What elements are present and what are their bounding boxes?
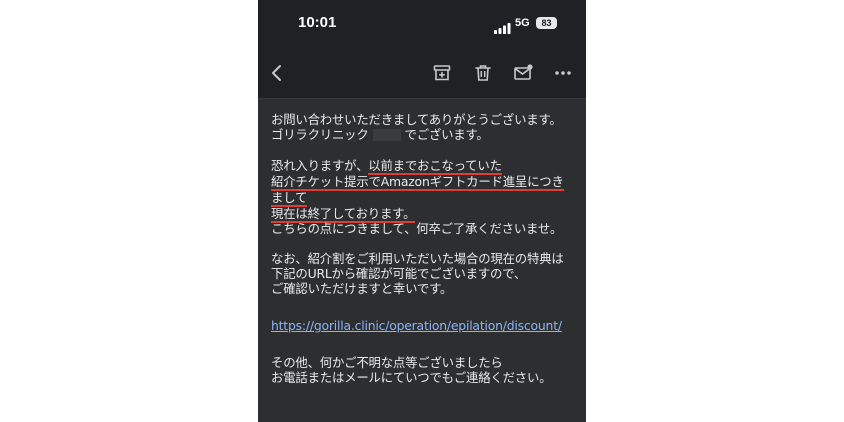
- body-text: お電話またはメールにていつでもご連絡ください。: [271, 370, 552, 385]
- trash-icon[interactable]: [472, 62, 494, 84]
- clinic-name: ゴリラクリニック: [271, 127, 369, 142]
- body-text: でございます。: [404, 127, 489, 142]
- body-text: ご確認いただけますと幸いです。: [271, 281, 453, 296]
- body-text: 恐れ入りますが、以前までおこなっていた: [271, 157, 583, 175]
- highlighted-text: 紹介チケット提示でAmazonギフトカード進呈につき: [271, 173, 564, 191]
- discount-link[interactable]: https://gorilla.clinic/operation/epilati…: [271, 318, 562, 333]
- email-app-screen: 10:01 5G 83 お問い合わせいただきましてありがとうございます。 ゴリラ…: [258, 0, 586, 422]
- status-time: 10:01: [298, 14, 337, 31]
- email-toolbar: [258, 48, 586, 99]
- body-text: 紹介チケット提示でAmazonギフトカード進呈につき: [271, 173, 583, 191]
- status-bar: 10:01 5G 83: [258, 0, 586, 48]
- body-text: こちらの点につきまして、何卒ご了承くださいませ。: [271, 220, 563, 236]
- mail-unread-icon[interactable]: [512, 62, 534, 84]
- battery-icon: 83: [536, 17, 557, 29]
- more-horizontal-icon[interactable]: [552, 62, 574, 84]
- email-body: お問い合わせいただきましてありがとうございます。 ゴリラクリニック でございます。…: [271, 112, 583, 385]
- back-arrow-icon[interactable]: [266, 62, 288, 84]
- body-text: まして: [271, 189, 583, 207]
- signal-icon: [494, 19, 512, 38]
- network-type: 5G: [515, 17, 530, 29]
- body-text: お問い合わせいただきましてありがとうございます。: [271, 112, 562, 127]
- body-text-sender: ゴリラクリニック でございます。: [271, 127, 583, 142]
- body-text: なお、紹介割をご利用いただいた場合の現在の特典は: [271, 251, 564, 266]
- body-text: 現在は終了しております。: [271, 205, 583, 223]
- archive-icon[interactable]: [431, 62, 453, 84]
- highlighted-text: まして: [271, 189, 308, 207]
- body-link-line: https://gorilla.clinic/operation/epilati…: [271, 318, 583, 333]
- body-text-fragment: 恐れ入りますが、: [271, 157, 369, 173]
- body-text: 下記のURLから確認が可能でございますので、: [271, 266, 527, 281]
- redacted-block: [372, 129, 401, 141]
- body-text: その他、何かご不明な点等ございましたら: [271, 355, 503, 370]
- highlighted-text: 以前までおこなっていた: [368, 157, 502, 175]
- highlighted-text: 現在は終了しております。: [271, 205, 416, 223]
